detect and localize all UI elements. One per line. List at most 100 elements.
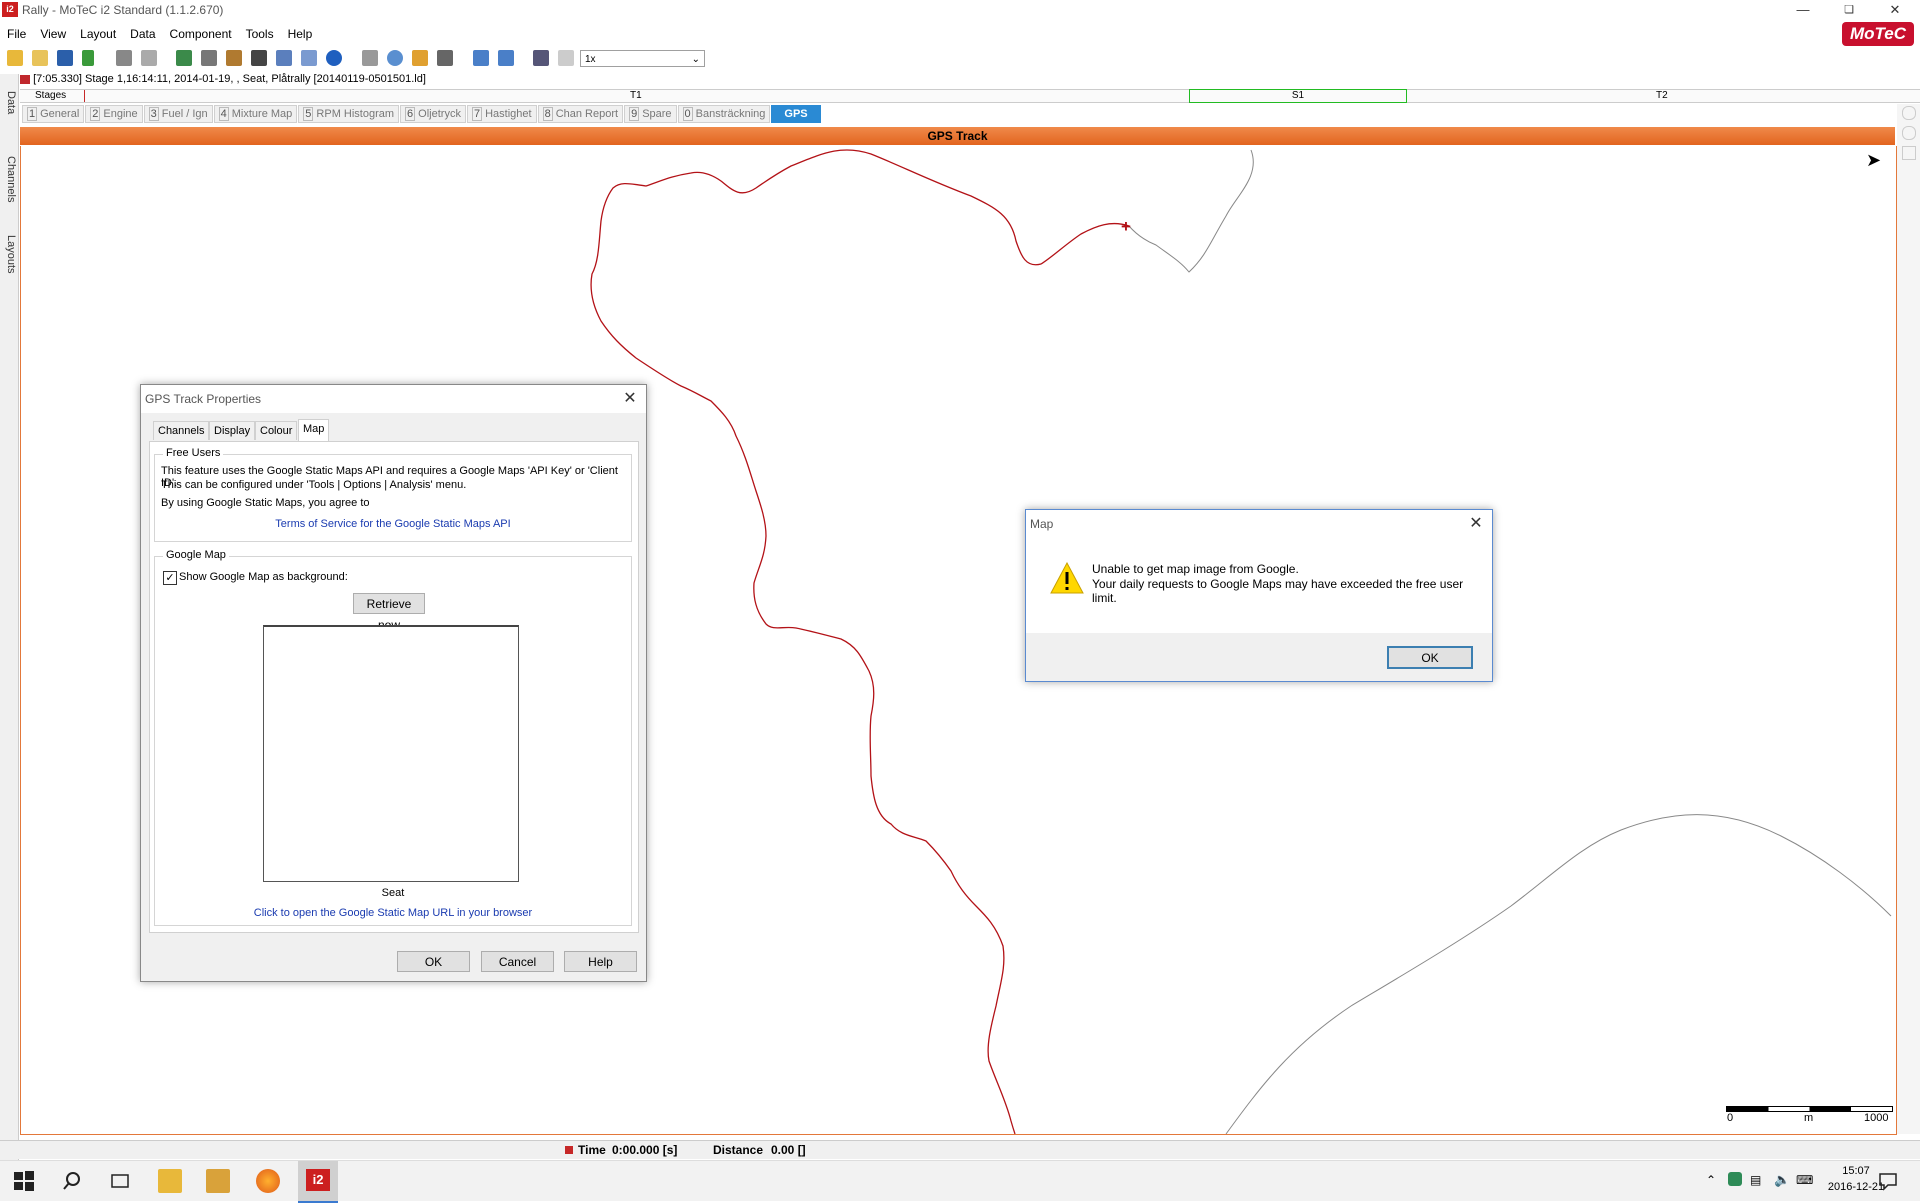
message-line-3: limit. [1092, 591, 1117, 605]
image-icon[interactable] [175, 50, 192, 66]
worksheet-tabs: 1 General 2 Engine 3 Fuel / Ign 4 Mixture Map 5 R… [22, 105, 822, 123]
free-users-group: Free Users This feature uses the Google … [154, 447, 632, 542]
side-tab-layouts[interactable]: Layouts [1, 219, 17, 289]
stages-label: Stages [35, 90, 67, 101]
help-button[interactable]: Help [564, 951, 637, 972]
info-icon[interactable] [325, 50, 342, 66]
message-close-icon[interactable]: ✕ [1466, 514, 1486, 534]
side-tab-channels[interactable]: Channels [1, 144, 17, 214]
track-ghost-path [1128, 149, 1254, 273]
tab-hastighet[interactable]: 7 Hastighet [466, 105, 537, 123]
save-icon[interactable] [57, 50, 74, 66]
cancel-button[interactable]: Cancel [481, 951, 554, 972]
close-button[interactable]: ✕ [1872, 0, 1918, 20]
menu-tools[interactable]: Tools [239, 24, 281, 44]
table-icon[interactable] [275, 50, 292, 66]
free-users-label: Free Users [163, 447, 224, 459]
status-bar: Time 0:00.000 [s] Distance 0.00 [] [0, 1140, 1920, 1159]
floppy-icon[interactable] [250, 50, 267, 66]
tab-spare[interactable]: 9 Spare [624, 105, 677, 123]
windows-start-icon[interactable] [12, 1169, 36, 1193]
tab-general[interactable]: 1 General [22, 105, 85, 123]
menu-component[interactable]: Component [163, 24, 239, 44]
stage-t1[interactable]: T1 [630, 90, 642, 101]
network-app-icon[interactable] [1728, 1172, 1742, 1186]
title-bar: i2 Rally - MoTeC i2 Standard (1.1.2.670)… [0, 0, 1920, 20]
tab-fuel-ign[interactable]: 3 Fuel / Ign [143, 105, 213, 123]
back-icon[interactable] [473, 50, 490, 66]
layers-icon[interactable] [412, 50, 429, 66]
ok-button[interactable]: OK [397, 951, 470, 972]
grid-icon[interactable] [437, 50, 454, 66]
notifications-icon[interactable] [1876, 1169, 1900, 1193]
restore-button[interactable]: ❏ [1826, 0, 1872, 20]
distance-value: 0.00 [] [771, 1143, 806, 1157]
zoom-in-icon[interactable] [1902, 106, 1916, 120]
tab-colour[interactable]: Colour [255, 421, 298, 440]
message-ok-button[interactable]: OK [1387, 646, 1473, 669]
network-icon[interactable]: ▤ [1750, 1173, 1761, 1187]
tab-chan-report[interactable]: 8 Chan Report [537, 105, 624, 123]
clock-icon[interactable] [387, 50, 404, 66]
open-icon[interactable] [32, 50, 49, 66]
chevron-up-icon[interactable]: ⌃ [1706, 1173, 1716, 1187]
tab-engine[interactable]: 2 Engine [85, 105, 143, 123]
playback-speed-select[interactable]: 1x ⌄ [580, 50, 705, 67]
menu-file[interactable]: File [0, 24, 33, 44]
north-arrow-icon: ➤ [1866, 150, 1882, 170]
menu-bar: File View Layout Data Component Tools Help [0, 24, 319, 44]
open-map-url-link[interactable]: Click to open the Google Static Map URL … [155, 907, 631, 919]
show-google-map-checkbox[interactable]: ✓ [163, 571, 177, 585]
marker-icon[interactable] [362, 50, 378, 66]
tab-display[interactable]: Display [209, 421, 256, 440]
search-icon[interactable] [557, 50, 574, 66]
taskbar-item-motec[interactable]: i2 [298, 1161, 338, 1203]
forward-icon[interactable] [498, 50, 515, 66]
search-icon[interactable] [60, 1169, 84, 1193]
print-icon[interactable] [116, 50, 133, 66]
list-icon[interactable] [300, 50, 317, 66]
scale-max: 1000 [1864, 1112, 1889, 1124]
tab-mixture-map[interactable]: 4 Mixture Map [213, 105, 298, 123]
zoom-out-icon[interactable] [1902, 126, 1916, 140]
zoom-icon[interactable] [532, 50, 549, 66]
tab-gps[interactable]: GPS [771, 105, 821, 123]
taskbar: i2 ⌃ ▤ 🔈 ⌨ 15:07 2016-12-21 [0, 1160, 1920, 1203]
side-tab-data[interactable]: Data [1, 78, 17, 128]
file-explorer-icon[interactable] [158, 1169, 182, 1193]
menu-help[interactable]: Help [281, 24, 320, 44]
firefox-icon[interactable] [256, 1169, 280, 1193]
keyboard-icon[interactable]: ⌨ [1796, 1173, 1813, 1187]
tab-map[interactable]: Map [298, 419, 330, 441]
task-view-icon[interactable] [108, 1169, 132, 1193]
tab-oljetryck[interactable]: 6 Oljetryck [400, 105, 466, 123]
stage-s1[interactable]: S1 [1189, 89, 1407, 103]
terms-of-service-link[interactable]: Terms of Service for the Google Static M… [155, 518, 631, 530]
time-value: 0:00.000 [s] [612, 1143, 678, 1157]
position-marker-icon: + [1121, 217, 1131, 236]
open-folder-icon[interactable] [7, 50, 23, 66]
menu-data[interactable]: Data [123, 24, 162, 44]
retrieve-now-button[interactable]: Retrieve now [353, 593, 425, 632]
right-side-panel [1897, 104, 1920, 1134]
tab-rpm-histogram[interactable]: 5 RPM Histogram [298, 105, 400, 123]
filter-icon[interactable] [200, 50, 217, 66]
dialog-close-icon[interactable]: ✕ [620, 389, 640, 409]
message-line-1: Unable to get map image from Google. [1092, 562, 1299, 576]
print-preview-icon[interactable] [141, 50, 158, 66]
menu-view[interactable]: View [33, 24, 73, 44]
menu-layout[interactable]: Layout [73, 24, 123, 44]
download-icon[interactable] [82, 50, 95, 66]
fit-icon[interactable] [1902, 146, 1916, 160]
show-google-map-label: Show Google Map as background: [179, 571, 348, 583]
map-tab-panel: Free Users This feature uses the Google … [149, 441, 639, 933]
stage-t2[interactable]: T2 [1656, 90, 1668, 101]
minimize-button[interactable]: — [1780, 0, 1826, 20]
free-users-text-3: By using Google Static Maps, you agree t… [161, 497, 370, 509]
tab-channels[interactable]: Channels [153, 421, 210, 440]
tab-banstrackning[interactable]: 0 Bansträckning [677, 105, 771, 123]
edit-icon[interactable] [225, 50, 242, 66]
stages-bar: Stages T1 S1 T2 [20, 89, 1920, 103]
volume-icon[interactable]: 🔈 [1774, 1172, 1790, 1188]
media-player-icon[interactable] [206, 1169, 230, 1193]
